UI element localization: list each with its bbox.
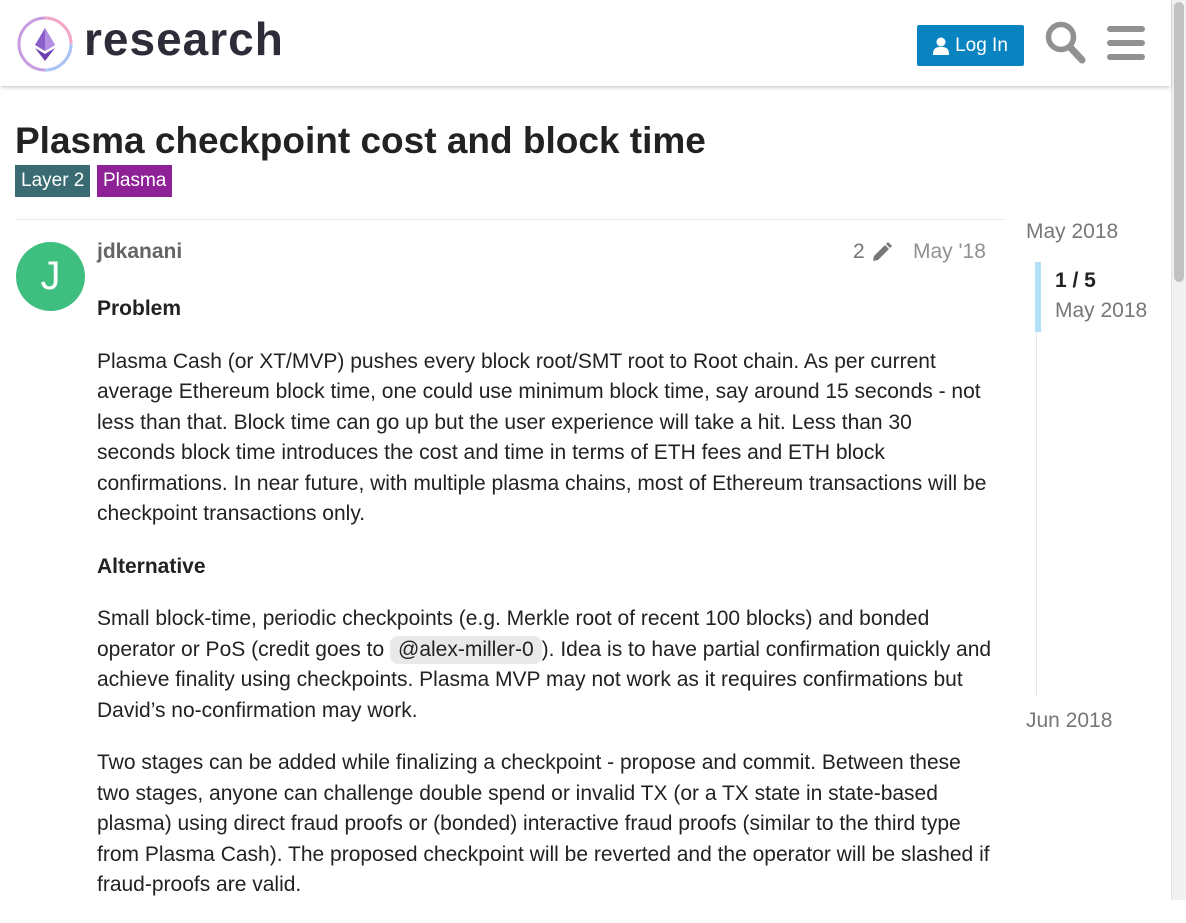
pencil-icon bbox=[872, 242, 892, 261]
hamburger-menu-button[interactable] bbox=[1107, 26, 1145, 65]
edit-count: 2 bbox=[853, 240, 865, 263]
menu-icon bbox=[1107, 26, 1145, 60]
search-button[interactable] bbox=[1044, 20, 1086, 69]
ethereum-logo-icon bbox=[17, 16, 73, 72]
timeline-handle-bar[interactable] bbox=[1035, 262, 1041, 332]
tag-plasma[interactable]: Plasma bbox=[97, 165, 173, 197]
scrollbar[interactable] bbox=[1171, 0, 1186, 900]
post-body: Problem Plasma Cash (or XT/MVP) pushes e… bbox=[97, 294, 992, 923]
post-date[interactable]: May '18 bbox=[913, 240, 986, 264]
site-logo[interactable] bbox=[16, 15, 74, 78]
post-username[interactable]: jdkanani bbox=[97, 240, 182, 264]
post-divider bbox=[15, 219, 1004, 220]
problem-paragraph: Plasma Cash (or XT/MVP) pushes every blo… bbox=[97, 349, 987, 526]
edit-history-button[interactable]: 2 bbox=[853, 240, 893, 264]
timeline-position[interactable]: 1 / 5 bbox=[1055, 269, 1096, 293]
timeline-position-date: May 2018 bbox=[1055, 299, 1148, 322]
site-logo-text[interactable]: research bbox=[84, 12, 284, 66]
tag-layer-2[interactable]: Layer 2 bbox=[15, 165, 91, 197]
stages-paragraph: Two stages can be added while finalizing… bbox=[97, 751, 990, 896]
search-icon bbox=[1045, 21, 1086, 64]
heading-problem: Problem bbox=[97, 297, 182, 320]
heading-alternative: Alternative bbox=[97, 554, 206, 578]
timeline-track[interactable] bbox=[1036, 332, 1037, 696]
login-button-label: Log In bbox=[955, 34, 1008, 56]
user-icon bbox=[933, 37, 950, 55]
site-header: research Log In bbox=[0, 0, 1171, 86]
user-mention-link[interactable]: @alex-miller-0 bbox=[390, 635, 542, 664]
alternative-paragraph: Small block-time, periodic checkpoints (… bbox=[97, 604, 992, 726]
topic-title[interactable]: Plasma checkpoint cost and block time bbox=[15, 120, 706, 162]
scrollbar-thumb[interactable] bbox=[1174, 2, 1184, 282]
timeline-start-date[interactable]: May 2018 bbox=[1026, 220, 1118, 244]
avatar[interactable]: J bbox=[16, 242, 85, 311]
login-button[interactable]: Log In bbox=[917, 25, 1024, 66]
timeline-end-date[interactable]: Jun 2018 bbox=[1026, 709, 1112, 733]
